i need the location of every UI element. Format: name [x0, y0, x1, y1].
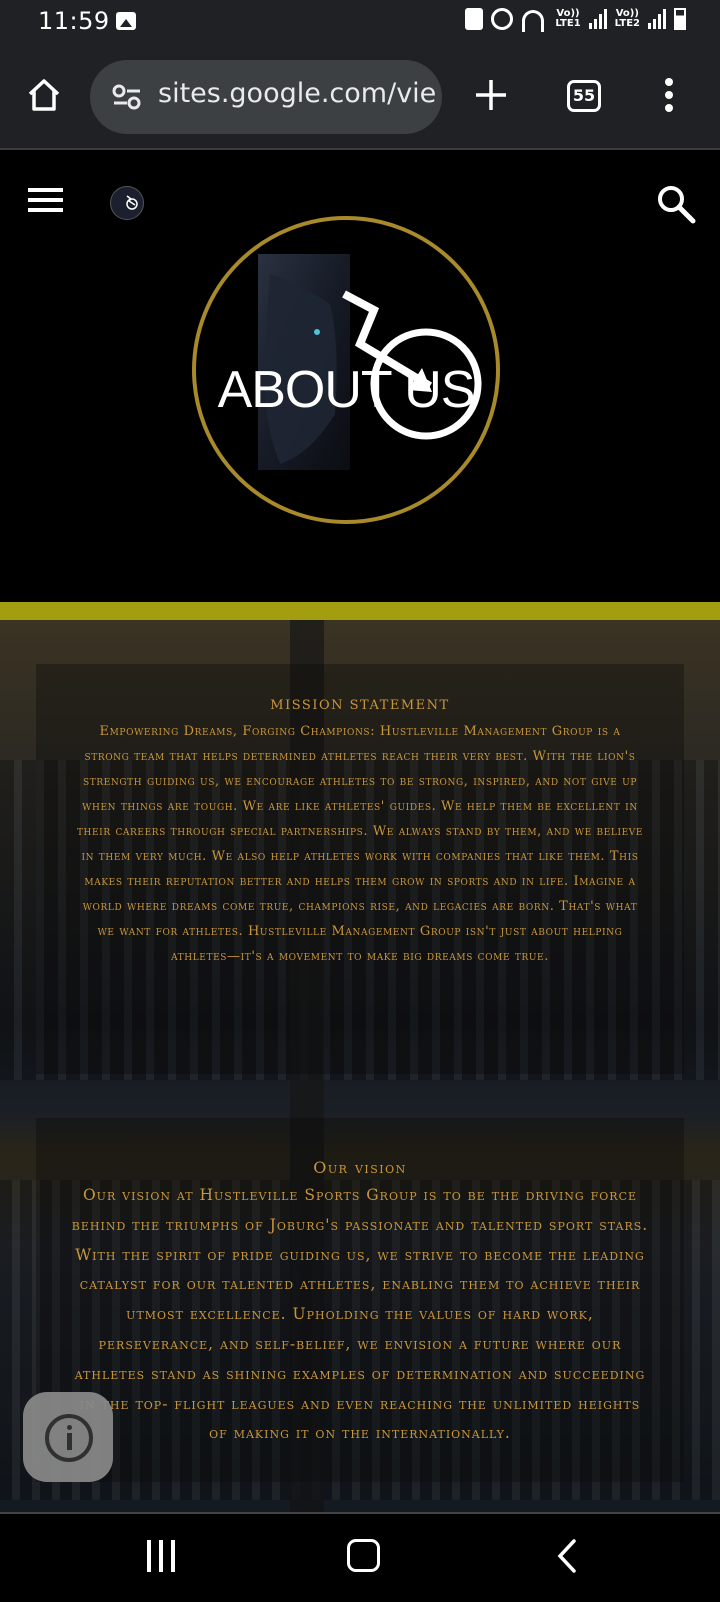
- status-icons: Vo)) LTE1 Vo)) LTE2: [465, 8, 686, 32]
- url-text[interactable]: sites.google.com/vie: [158, 78, 436, 109]
- home-icon[interactable]: [27, 78, 61, 112]
- recent-apps-icon[interactable]: [145, 1540, 179, 1572]
- status-time: 11:59: [38, 7, 110, 35]
- signal-2-icon: [648, 9, 666, 29]
- accent-divider: [0, 602, 720, 620]
- site-settings-icon[interactable]: [112, 84, 142, 110]
- lte2-indicator: Vo)) LTE2: [615, 9, 640, 29]
- address-bar[interactable]: sites.google.com/vie: [90, 60, 442, 134]
- hamburger-menu-icon[interactable]: [28, 188, 63, 213]
- logo-mark-icon: [126, 195, 138, 210]
- site-logo[interactable]: [110, 186, 144, 220]
- wifi-icon: [521, 8, 547, 32]
- battery-saver-icon: [465, 8, 484, 30]
- search-icon[interactable]: [656, 184, 696, 224]
- signal-1-icon: [588, 9, 607, 29]
- mission-card: MISSION STATEMENT Empowering Dreams, For…: [36, 664, 684, 1074]
- lte1-label: LTE1: [555, 18, 581, 29]
- nav-home-icon[interactable]: [347, 1539, 380, 1572]
- vision-heading: Our vision: [313, 1158, 407, 1177]
- alarm-icon: [491, 8, 514, 30]
- mission-body: Empowering Dreams, Forging Champions: Hu…: [76, 724, 644, 964]
- mission-heading: MISSION STATEMENT: [270, 698, 450, 713]
- vision-card: Our vision Our vision at Hustleville Spo…: [36, 1118, 684, 1482]
- new-tab-icon[interactable]: [474, 78, 508, 112]
- tab-switcher-button[interactable]: 55: [567, 80, 601, 112]
- nav-back-icon[interactable]: [556, 1539, 578, 1573]
- browser-menu-icon[interactable]: [665, 78, 675, 112]
- status-bar: 11:59 Vo)) LTE1 Vo)) LTE2: [0, 0, 720, 44]
- gallery-notification-icon: [116, 12, 136, 30]
- lte2-label: LTE2: [614, 18, 640, 29]
- info-icon: [45, 1414, 93, 1462]
- hero-title: ABOUT US: [217, 361, 476, 419]
- info-button[interactable]: [23, 1392, 113, 1482]
- vision-body: Our vision at Hustleville Sports Group i…: [71, 1186, 649, 1443]
- lte1-indicator: Vo)) LTE1: [555, 9, 580, 29]
- battery-icon: [674, 8, 686, 30]
